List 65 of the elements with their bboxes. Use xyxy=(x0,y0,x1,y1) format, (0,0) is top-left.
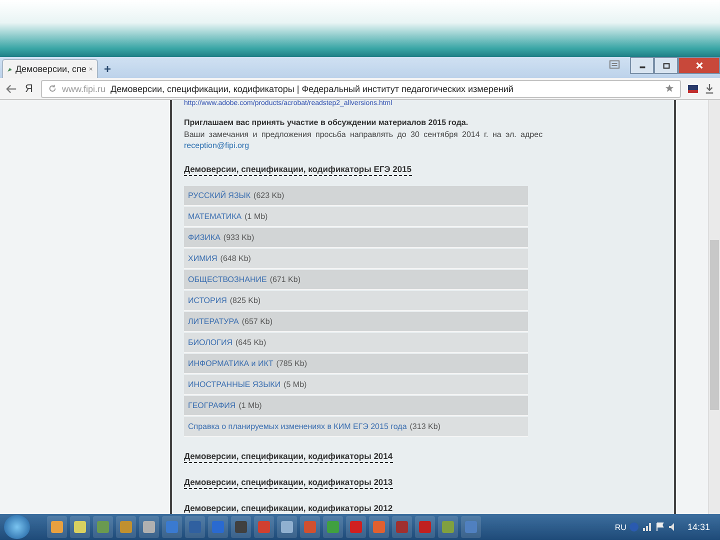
note-text: Ваши замечания и предложения просьба направлять до 30 сентября 2014 г. на эл. адрес xyxy=(184,130,544,139)
document-link[interactable]: РУССКИЙ ЯЗЫК xyxy=(188,191,251,200)
taskbar-app-icon[interactable] xyxy=(438,516,458,538)
document-link[interactable]: ИНФОРМАТИКА и ИКТ xyxy=(188,359,274,368)
clock[interactable]: 14:31 xyxy=(687,522,710,532)
file-size: (825 Kb) xyxy=(230,296,261,305)
invitation-text: Приглашаем вас принять участие в обсуждении материалов 2015 года. xyxy=(184,118,470,127)
maximize-icon xyxy=(662,61,670,70)
yandex-button[interactable]: Я xyxy=(23,82,35,94)
document-link[interactable]: БИОЛОГИЯ xyxy=(188,338,232,347)
signal-bars-icon[interactable] xyxy=(642,522,652,532)
back-arrow-icon[interactable] xyxy=(6,84,17,94)
document-link[interactable]: ЛИТЕРАТУРА xyxy=(188,317,239,326)
document-link[interactable]: ИНОСТРАННЫЕ ЯЗЫКИ xyxy=(188,380,281,389)
file-size: (5 Mb) xyxy=(284,380,307,389)
start-button[interactable] xyxy=(4,515,30,539)
taskbar-app-icon[interactable] xyxy=(47,516,67,538)
document-link[interactable]: ГЕОГРАФИЯ xyxy=(188,401,236,410)
document-link[interactable]: ИСТОРИЯ xyxy=(188,296,227,305)
document-link[interactable]: ФИЗИКА xyxy=(188,233,220,242)
document-link[interactable]: ХИМИЯ xyxy=(188,254,218,263)
flag-icon[interactable] xyxy=(655,522,666,532)
extension-icon[interactable] xyxy=(687,82,699,94)
file-size: (623 Kb) xyxy=(254,191,284,200)
file-size: (313 Kb) xyxy=(410,422,440,431)
taskbar-app-icon[interactable] xyxy=(93,516,113,538)
taskbar-app-icon[interactable] xyxy=(323,516,343,538)
document-link[interactable]: ОБЩЕСТВОЗНАНИЕ xyxy=(188,275,267,284)
tab-title: Демоверсии, спе xyxy=(15,64,86,74)
scrollbar[interactable] xyxy=(708,100,720,514)
section-heading[interactable]: Демоверсии, спецификации, кодификаторы ЕГЭ 2015 xyxy=(184,164,412,176)
taskbar-app-icon[interactable] xyxy=(369,516,389,538)
taskbar-app-icon[interactable] xyxy=(231,516,251,538)
maximize-button[interactable] xyxy=(654,57,678,74)
taskbar-app-icon[interactable] xyxy=(116,516,136,538)
taskbar-app-icon[interactable] xyxy=(139,516,159,538)
section-heading[interactable]: Демоверсии, спецификации, кодификаторы 2014 xyxy=(184,451,393,463)
email-link[interactable]: reception@fipi.org xyxy=(184,141,250,150)
file-size: (785 Kb) xyxy=(276,359,307,368)
taskbar-app-icon[interactable] xyxy=(277,516,297,538)
section-heading[interactable]: Демоверсии, спецификации, кодификаторы 2013 xyxy=(184,477,393,489)
language-indicator[interactable]: RU xyxy=(614,522,626,532)
taskbar-app-icon[interactable] xyxy=(70,516,90,538)
file-size: (648 Kb) xyxy=(220,254,251,263)
taskbar-app-icon[interactable] xyxy=(392,516,412,538)
download-icon[interactable] xyxy=(705,83,714,94)
file-size: (657 Kb) xyxy=(242,317,273,326)
close-icon xyxy=(694,61,704,70)
reload-icon[interactable] xyxy=(48,84,57,93)
file-size: (1 Mb) xyxy=(238,401,262,410)
file-size: (933 Kb) xyxy=(223,233,254,242)
new-tab-button[interactable]: + xyxy=(98,60,118,78)
file-size: (645 Kb) xyxy=(235,338,266,347)
document-link[interactable]: МАТЕМАТИКА xyxy=(188,212,242,221)
menu-icon[interactable] xyxy=(609,59,620,70)
close-icon[interactable] xyxy=(89,66,93,72)
page-title: Демоверсии, спецификации, кодификаторы | Федеральный институт педагогических измерений xyxy=(110,84,514,94)
address-bar[interactable]: www.fipi.ru Демоверсии, спецификации, кодификаторы | Федеральный институт педагогических измерений xyxy=(40,80,681,98)
browser-tab[interactable]: Демоверсии, спе xyxy=(2,59,98,78)
file-size: (1 Mb) xyxy=(244,212,268,221)
star-icon[interactable] xyxy=(665,84,674,93)
close-button[interactable] xyxy=(678,57,720,74)
file-size: (671 Kb) xyxy=(270,275,300,284)
address-host: www.fipi.ru xyxy=(62,84,106,94)
document-link[interactable]: Справка о планируемых изменениях в КИМ ЕГЭ 2015 года xyxy=(188,422,407,431)
